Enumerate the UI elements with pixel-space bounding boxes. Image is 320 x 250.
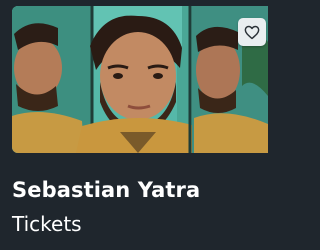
event-card[interactable]: Sebastian Yatra Tickets [0,0,268,250]
heart-outline-icon [244,25,260,40]
favorite-button[interactable] [238,18,266,46]
artist-photo[interactable] [12,6,268,153]
tickets-label: Tickets [12,212,82,236]
artist-name[interactable]: Sebastian Yatra [12,178,200,202]
